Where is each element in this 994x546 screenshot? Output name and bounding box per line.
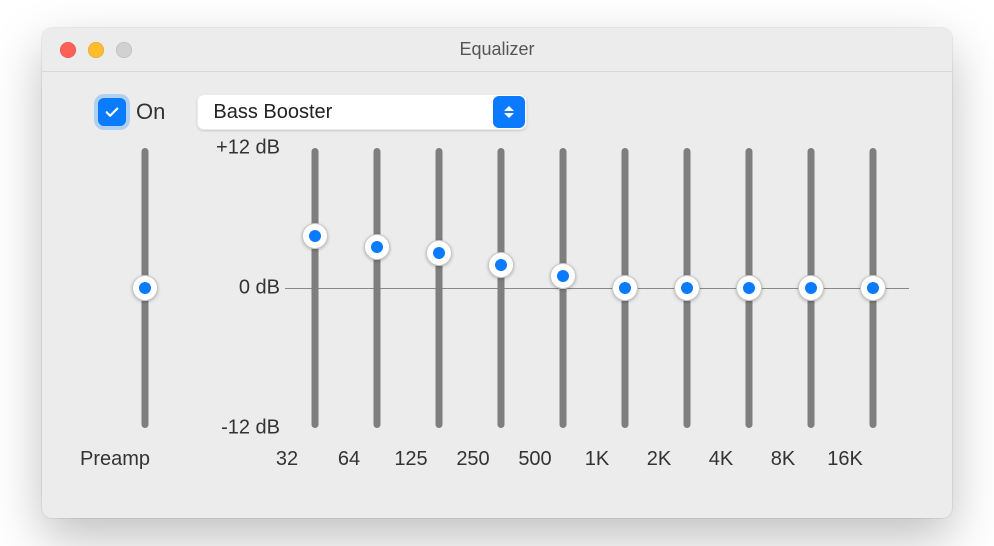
band-labels: 32 64 125 250 500 1K 2K 4K 8K 16K: [42, 448, 952, 488]
equalizer-window: Equalizer On Bass Booster +12 dB 0 dB -1…: [42, 28, 952, 518]
slider-thumb[interactable]: [674, 275, 700, 301]
preset-select[interactable]: Bass Booster: [197, 94, 527, 130]
band-slider-32[interactable]: [300, 148, 330, 428]
slider-thumb[interactable]: [860, 275, 886, 301]
band-label-4K: 4K: [709, 448, 733, 471]
window-title: Equalizer: [459, 39, 534, 60]
slider-thumb[interactable]: [798, 275, 824, 301]
maximize-button: [116, 42, 132, 58]
slider-thumb[interactable]: [488, 252, 514, 278]
window-controls: [60, 42, 132, 58]
close-button[interactable]: [60, 42, 76, 58]
band-slider-1K[interactable]: [610, 148, 640, 428]
db-label-bottom: -12 dB: [221, 417, 280, 440]
on-checkbox[interactable]: [98, 98, 126, 126]
slider-thumb[interactable]: [736, 275, 762, 301]
band-slider-125[interactable]: [424, 148, 454, 428]
titlebar: Equalizer: [42, 28, 952, 72]
band-label-500: 500: [518, 448, 551, 471]
chevron-up-icon: [504, 106, 514, 111]
band-label-2K: 2K: [647, 448, 671, 471]
band-label-125: 125: [394, 448, 427, 471]
controls-row: On Bass Booster: [42, 72, 952, 130]
equalizer-body: +12 dB 0 dB -12 dB Preamp 32641252505001…: [42, 148, 952, 508]
slider-track: [436, 148, 443, 428]
band-slider-64[interactable]: [362, 148, 392, 428]
slider-thumb[interactable]: [612, 275, 638, 301]
band-slider-16K[interactable]: [858, 148, 888, 428]
on-label: On: [136, 99, 165, 125]
preset-selected-label: Bass Booster: [213, 101, 332, 124]
band-slider-500[interactable]: [548, 148, 578, 428]
preamp-slider[interactable]: [130, 148, 160, 428]
band-label-8K: 8K: [771, 448, 795, 471]
band-slider-250[interactable]: [486, 148, 516, 428]
band-label-250: 250: [456, 448, 489, 471]
slider-thumb[interactable]: [550, 263, 576, 289]
preset-dropdown-button[interactable]: [493, 96, 525, 128]
checkmark-icon: [103, 103, 121, 121]
band-label-16K: 16K: [827, 448, 863, 471]
db-label-top: +12 dB: [216, 137, 280, 160]
chevron-down-icon: [504, 113, 514, 118]
band-slider-2K[interactable]: [672, 148, 702, 428]
slider-thumb[interactable]: [302, 223, 328, 249]
slider-thumb[interactable]: [364, 234, 390, 260]
band-slider-8K[interactable]: [796, 148, 826, 428]
slider-track: [374, 148, 381, 428]
db-label-mid: 0 dB: [239, 277, 280, 300]
band-slider-4K[interactable]: [734, 148, 764, 428]
band-label-32: 32: [276, 448, 298, 471]
minimize-button[interactable]: [88, 42, 104, 58]
slider-track: [498, 148, 505, 428]
slider-track: [312, 148, 319, 428]
db-scale: +12 dB 0 dB -12 dB: [190, 148, 280, 428]
slider-thumb[interactable]: [132, 275, 158, 301]
band-label-1K: 1K: [585, 448, 609, 471]
slider-thumb[interactable]: [426, 240, 452, 266]
on-toggle-row: On: [98, 98, 165, 126]
slider-area: +12 dB 0 dB -12 dB: [70, 148, 924, 448]
band-label-64: 64: [338, 448, 360, 471]
